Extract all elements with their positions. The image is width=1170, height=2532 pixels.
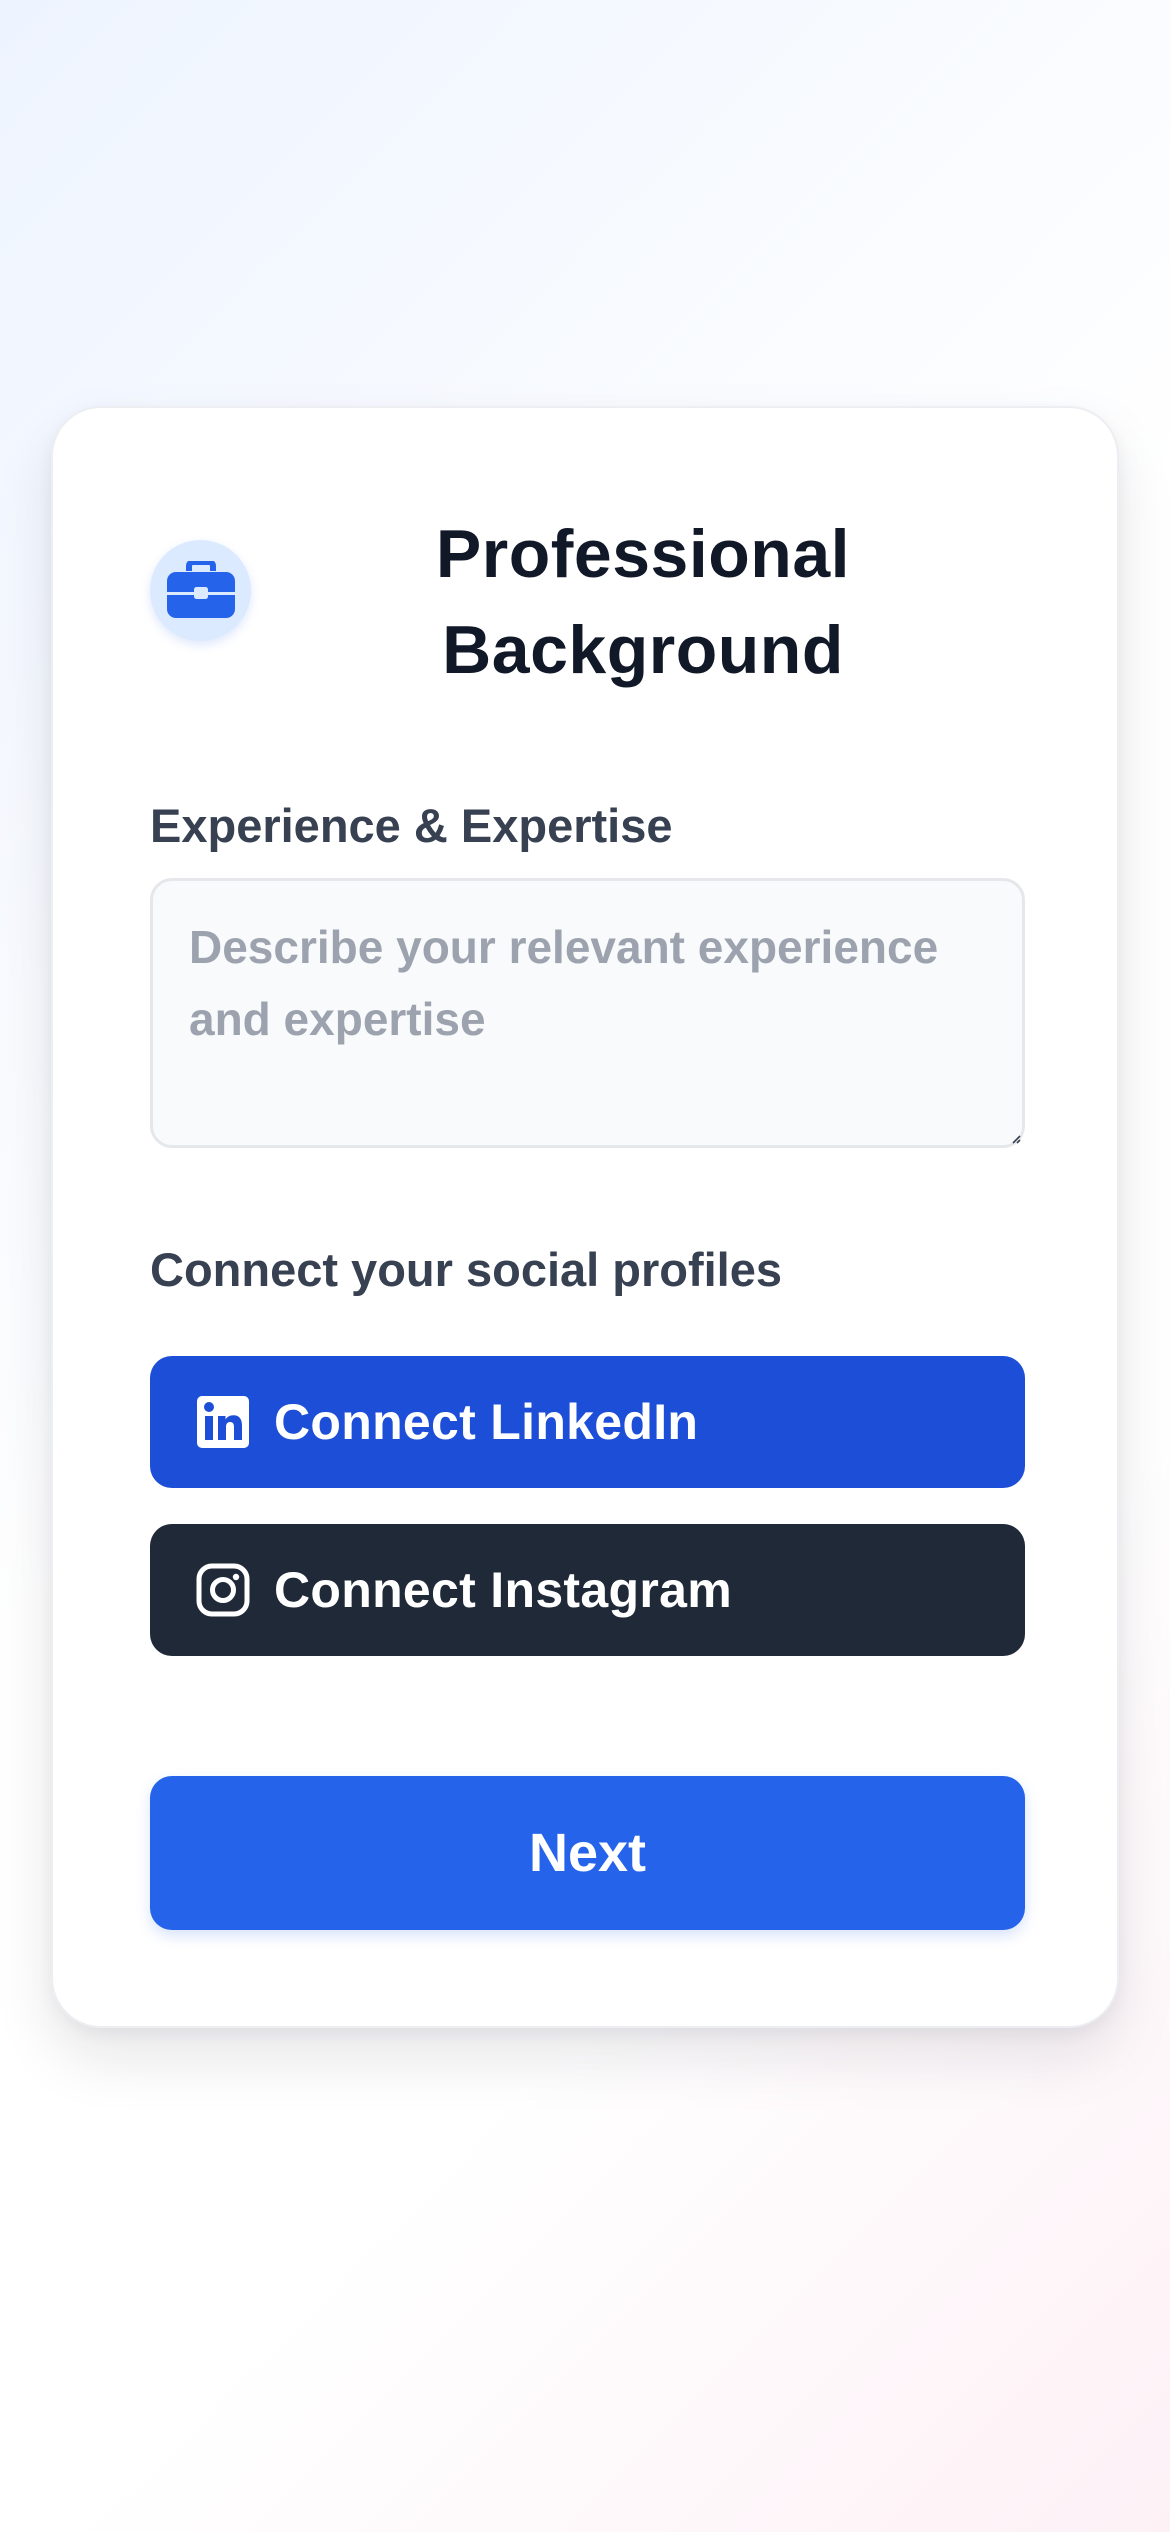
experience-label: Experience & Expertise [150, 799, 673, 852]
resize-handle-icon[interactable] [1011, 1134, 1021, 1144]
briefcase-icon [150, 540, 251, 641]
next-button[interactable]: Next [150, 1776, 1025, 1930]
social-profiles-heading: Connect your social profiles [150, 1243, 783, 1296]
professional-background-card: Professional Background Experience & Exp… [51, 406, 1119, 2028]
connect-linkedin-label: Connect LinkedIn [274, 1394, 699, 1450]
linkedin-icon [196, 1395, 250, 1449]
connect-instagram-label: Connect Instagram [274, 1562, 732, 1618]
connect-linkedin-button[interactable]: Connect LinkedIn [150, 1356, 1025, 1488]
experience-textarea[interactable] [150, 878, 1025, 1148]
instagram-icon [196, 1563, 250, 1617]
page-title: Professional Background [435, 516, 851, 688]
connect-instagram-button[interactable]: Connect Instagram [150, 1524, 1025, 1656]
